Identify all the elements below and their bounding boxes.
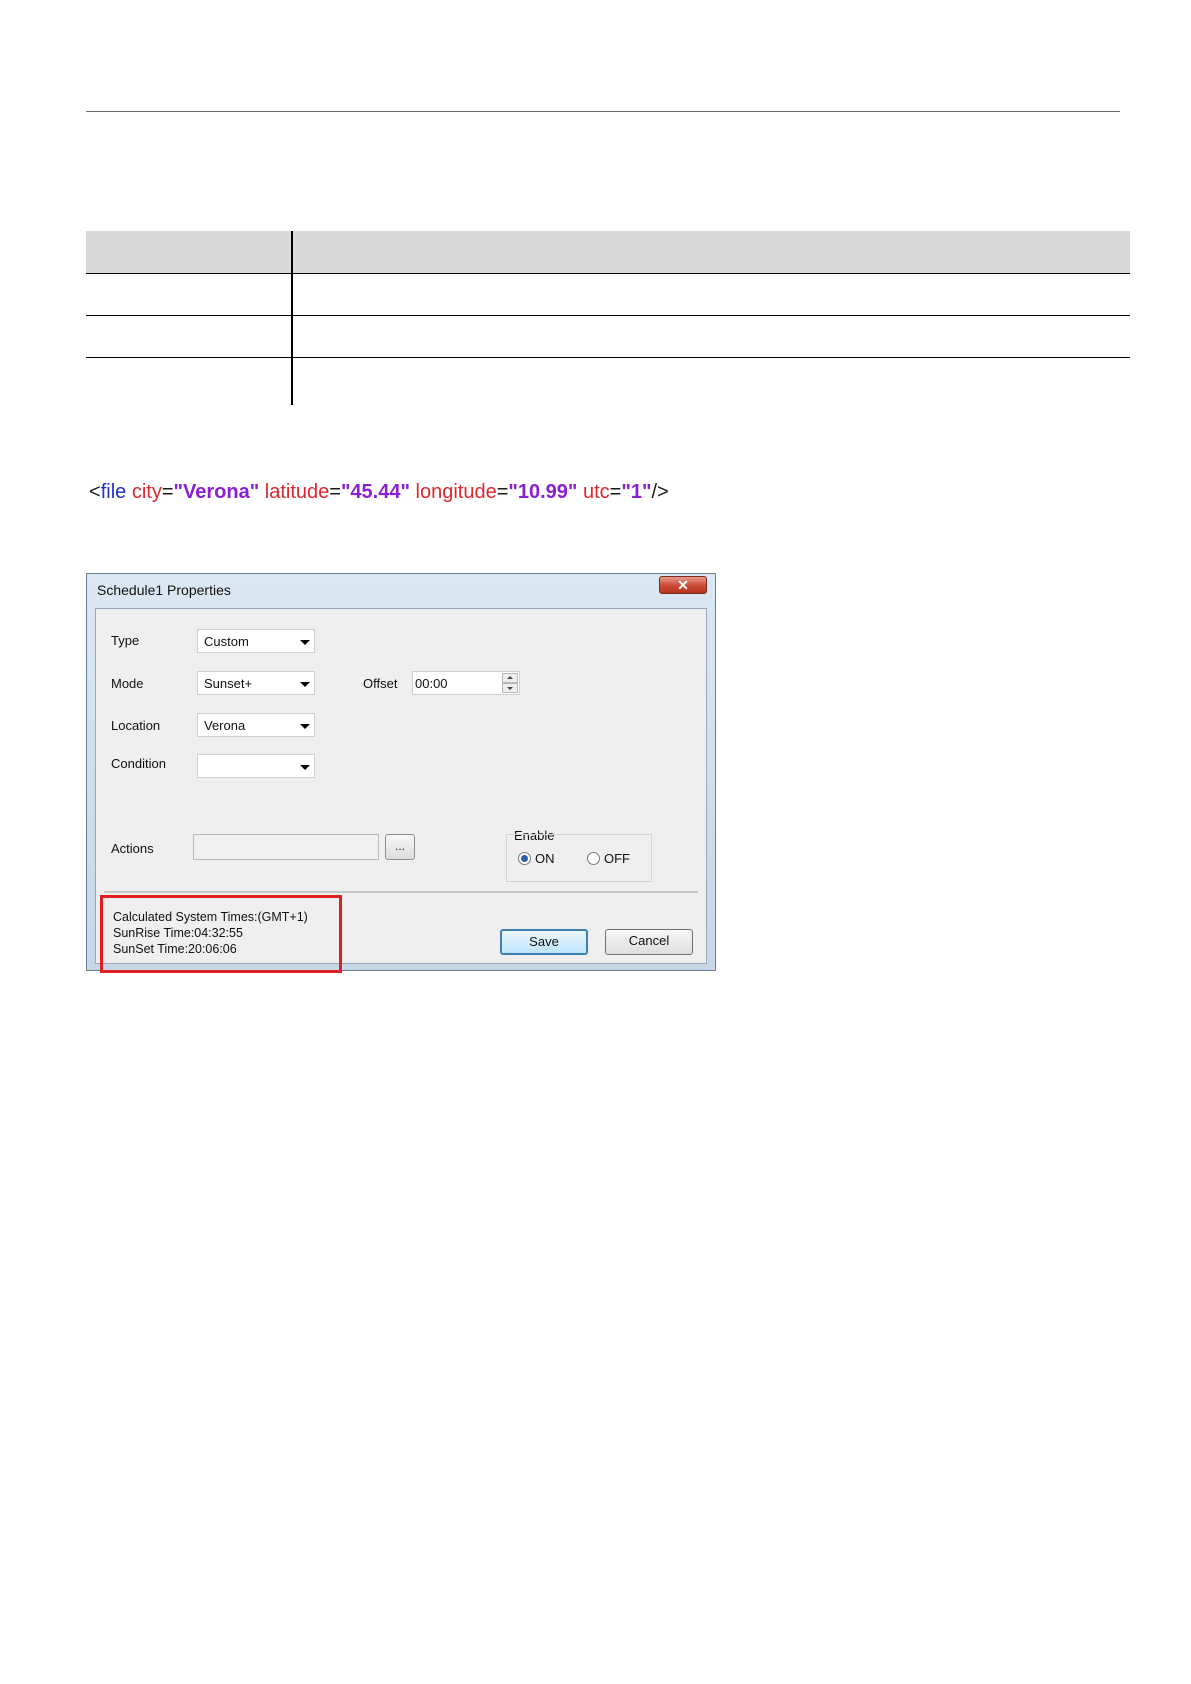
enable-group: ON OFF [506,834,652,882]
chevron-down-icon [300,724,310,729]
enable-on-label: ON [535,851,555,866]
xml-attr-name: longitude [415,481,497,503]
actions-label: Actions [111,841,154,856]
cancel-button[interactable]: Cancel [605,929,693,955]
empty-table [86,231,1130,405]
enable-off-radio[interactable] [587,852,600,865]
table-row-divider [86,357,1130,358]
xml-attr-value: "10.99" [508,481,578,503]
xml-equals: = [161,481,174,503]
xml-attr-name: latitude [264,481,330,503]
schedule-properties-dialog: Schedule1 Properties ✕ Type Custom Mode … [86,573,716,973]
dialog-titlebar[interactable]: Schedule1 Properties ✕ [87,574,715,608]
xml-equals: = [329,481,341,503]
chevron-down-icon [300,682,310,687]
type-select-value: Custom [204,634,249,649]
xml-code-line: <file city="Verona" latitude="45.44" lon… [89,481,669,504]
enable-on-radio[interactable] [518,852,531,865]
mode-select-value: Sunset+ [204,676,253,691]
type-select[interactable]: Custom [197,629,315,653]
xml-attr-value: "45.44" [340,481,410,503]
calc-times-title: Calculated System Times:(GMT+1) [113,910,308,924]
enable-off-label: OFF [604,851,630,866]
xml-attr-name: utc [582,481,610,503]
xml-open-bracket: < [89,481,101,503]
spin-down-icon[interactable] [502,683,518,693]
table-row-divider [86,273,1130,274]
actions-field[interactable] [193,834,379,860]
chevron-down-icon [300,640,310,645]
type-label: Type [111,633,140,648]
condition-select[interactable] [197,754,315,778]
dialog-body: Type Custom Mode Sunset+ Offset 00:00 Lo… [95,608,707,973]
offset-stepper[interactable]: 00:00 [412,671,520,695]
close-icon: ✕ [677,577,689,593]
location-select[interactable]: Verona [197,713,315,737]
table-column-divider [291,231,293,405]
actions-browse-button[interactable]: ... [385,834,415,860]
mode-label: Mode [111,676,144,691]
header-rule [86,111,1120,112]
xml-attr-name: city [131,481,162,503]
offset-value: 00:00 [415,676,448,691]
spin-up-icon[interactable] [502,673,518,683]
save-button[interactable]: Save [500,929,588,955]
offset-label: Offset [363,676,398,691]
location-select-value: Verona [204,718,246,733]
sunset-time: SunSet Time:20:06:06 [113,942,237,956]
mode-select[interactable]: Sunset+ [197,671,315,695]
xml-close-bracket: /> [651,481,669,503]
dialog-separator [104,891,698,893]
calculated-times-highlight: Calculated System Times:(GMT+1) SunRise … [100,895,342,973]
sunrise-time: SunRise Time:04:32:55 [113,926,243,940]
xml-attr-value: "1" [621,481,652,503]
xml-equals: = [609,481,622,503]
chevron-down-icon [300,765,310,770]
xml-attr-value: "Verona" [173,481,260,503]
location-label: Location [111,718,161,733]
xml-tag-name: file [100,481,127,503]
xml-equals: = [496,481,509,503]
table-header-row [86,231,1130,273]
close-button[interactable]: ✕ [659,576,707,594]
table-row-divider [86,315,1130,316]
offset-spin-buttons [502,673,518,693]
condition-label: Condition [111,756,166,771]
dialog-title: Schedule1 Properties [97,582,231,598]
